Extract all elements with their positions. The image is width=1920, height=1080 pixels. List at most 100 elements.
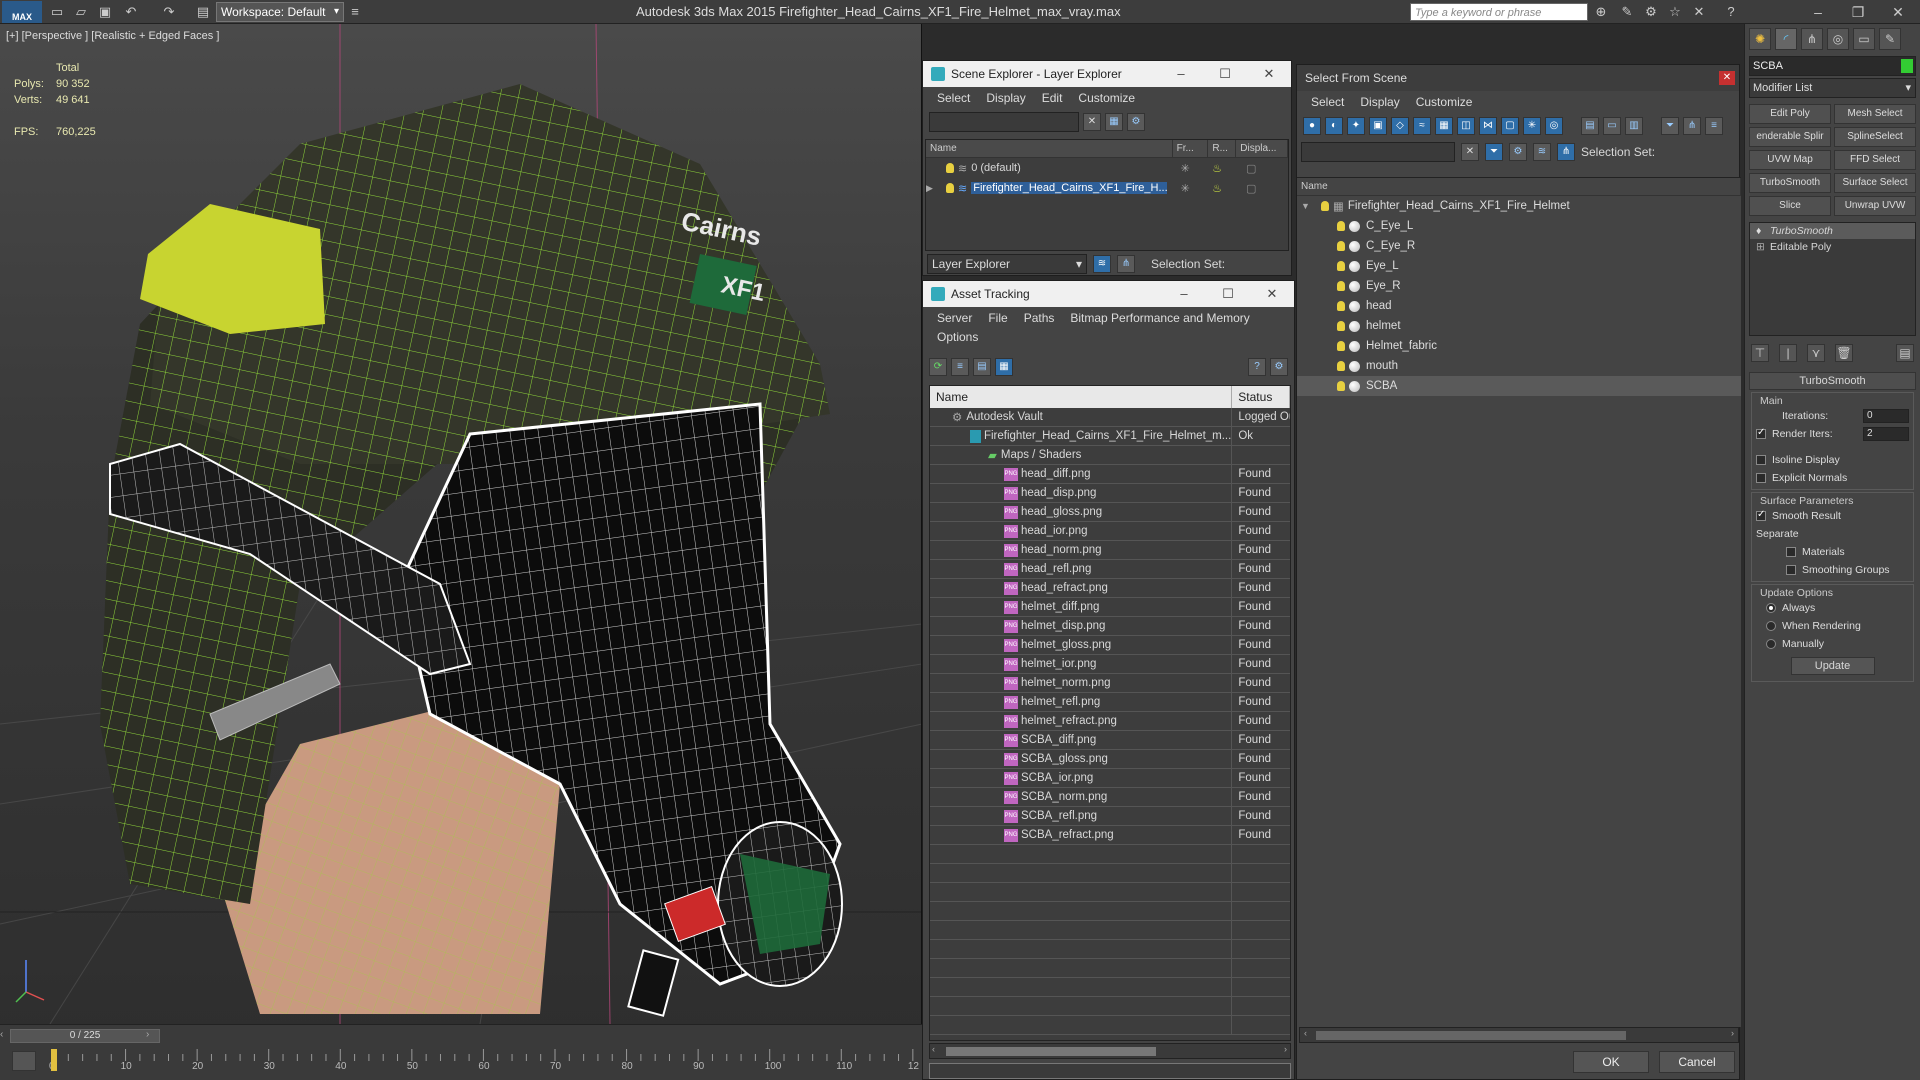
stack-item-editable-poly[interactable]: ⊞ Editable Poly	[1750, 239, 1915, 255]
maximize-icon[interactable]: ☐	[1203, 61, 1247, 87]
object-name-field[interactable]: SCBA	[1749, 56, 1916, 76]
layer-name[interactable]: 0 (default)	[971, 162, 1167, 174]
freeze-icon[interactable]: ✳	[1167, 162, 1203, 175]
track-bar-toggle-icon[interactable]	[12, 1051, 36, 1071]
render-iters-checkbox[interactable]	[1756, 427, 1766, 439]
close-icon[interactable]: ✕	[1250, 281, 1294, 307]
close-icon[interactable]: ✕	[1247, 61, 1291, 87]
time-slider[interactable]: 0 / 225	[10, 1029, 160, 1043]
help-icon[interactable]: ?	[1722, 3, 1740, 21]
refresh-icon[interactable]: ⟳	[929, 358, 947, 376]
layer-row[interactable]: ▶ ≋ Firefighter_Head_Cairns_XF1_Fire_H..…	[926, 178, 1288, 198]
table-row[interactable]: PNG helmet_norm.png Found	[930, 674, 1290, 693]
explicit-normals-checkbox[interactable]	[1756, 473, 1766, 483]
table-row[interactable]: PNG helmet_ior.png Found	[930, 655, 1290, 674]
col-status[interactable]: Status	[1232, 386, 1290, 408]
search-input[interactable]: Type a keyword or phrase	[1410, 3, 1588, 21]
scene-explorer-titlebar[interactable]: Scene Explorer - Layer Explorer – ☐ ✕	[923, 61, 1291, 87]
motion-tab-icon[interactable]: ◎	[1827, 28, 1849, 50]
visibility-bulb-icon[interactable]	[1337, 281, 1345, 291]
filter-containers-icon[interactable]: ▢	[1501, 117, 1519, 135]
minimize-icon[interactable]: –	[1800, 2, 1836, 22]
col-display[interactable]: Displa...	[1236, 140, 1288, 157]
options-icon[interactable]: ⚙	[1127, 113, 1145, 131]
visibility-bulb-icon[interactable]	[1337, 301, 1345, 311]
table-row[interactable]: Firefighter_Head_Cairns_XF1_Fire_Helmet_…	[930, 427, 1290, 446]
project-folder-icon[interactable]: ▤	[194, 3, 212, 21]
hierarchy-tab-icon[interactable]: ⋔	[1801, 28, 1823, 50]
visibility-bulb-icon[interactable]	[1337, 341, 1345, 351]
filter-groups-icon[interactable]: ▦	[1435, 117, 1453, 135]
table-view-icon[interactable]: ▦	[995, 358, 1013, 376]
table-row[interactable]: PNG head_norm.png Found	[930, 541, 1290, 560]
modifier-button[interactable]: Surface Select	[1834, 173, 1916, 193]
find-case-icon[interactable]: ⏷	[1485, 143, 1503, 161]
binoculars-icon[interactable]: ⊕	[1592, 3, 1610, 21]
table-row[interactable]: PNG helmet_refl.png Found	[930, 693, 1290, 712]
menu-customize[interactable]: Customize	[1408, 91, 1481, 113]
table-row[interactable]: PNG head_diff.png Found	[930, 465, 1290, 484]
update-button[interactable]: Update	[1790, 657, 1875, 675]
open-file-icon[interactable]: ▱	[72, 3, 90, 21]
menu-edit[interactable]: Edit	[1034, 87, 1071, 109]
table-row[interactable]: PNG SCBA_diff.png Found	[930, 731, 1290, 750]
turbosmooth-rollout[interactable]: TurboSmooth	[1749, 372, 1916, 390]
menu-server[interactable]: Server	[929, 307, 980, 329]
hierarchy-view-icon[interactable]: ⋔	[1683, 117, 1701, 135]
tree-object-row[interactable]: mouth	[1297, 356, 1741, 376]
minimize-icon[interactable]: –	[1162, 281, 1206, 307]
visibility-bulb-icon[interactable]	[1337, 361, 1345, 371]
viewport-label[interactable]: [+] [Perspective ] [Realistic + Edged Fa…	[6, 30, 219, 42]
layer-mode-icon[interactable]: ≋	[1093, 255, 1111, 273]
filter-lights-icon[interactable]: ✦	[1347, 117, 1365, 135]
isoline-display-checkbox[interactable]	[1756, 455, 1766, 465]
new-file-icon[interactable]: ▭	[48, 3, 66, 21]
settings-icon[interactable]: ⚙	[1270, 358, 1288, 376]
create-tab-icon[interactable]: ✺	[1749, 28, 1771, 50]
maximize-icon[interactable]: ☐	[1206, 281, 1250, 307]
col-render[interactable]: R...	[1208, 140, 1237, 157]
filter-xrefs-icon[interactable]: ◫	[1457, 117, 1475, 135]
visibility-bulb-icon[interactable]	[1337, 381, 1345, 391]
always-radio[interactable]	[1766, 603, 1776, 613]
col-frozen[interactable]: Fr...	[1173, 140, 1209, 157]
smoothing-groups-checkbox[interactable]	[1786, 565, 1796, 575]
time-cursor[interactable]	[51, 1049, 57, 1071]
options-icon[interactable]: ⚙	[1509, 143, 1527, 161]
modifier-button[interactable]: Slice	[1749, 196, 1831, 216]
modifier-button[interactable]: Edit Poly	[1749, 104, 1831, 124]
freeze-icon[interactable]: ✳	[1167, 182, 1203, 195]
select-all-icon[interactable]: ▤	[1581, 117, 1599, 135]
name-search-input[interactable]	[1301, 142, 1455, 162]
visibility-bulb-icon[interactable]	[1337, 241, 1345, 251]
workspace-menu-icon[interactable]: ≡	[346, 3, 364, 21]
horizontal-scrollbar[interactable]: ‹ ›	[929, 1043, 1291, 1059]
hierarchy-icon[interactable]: ⋔	[1117, 255, 1135, 273]
filter-helpers-icon[interactable]: ◇	[1391, 117, 1409, 135]
display-tab-icon[interactable]: ▭	[1853, 28, 1875, 50]
configure-sets-icon[interactable]: ▤	[1896, 344, 1914, 362]
menu-display[interactable]: Display	[1352, 91, 1407, 113]
when-rendering-radio[interactable]	[1766, 621, 1776, 631]
visibility-bulb-icon[interactable]	[1337, 261, 1345, 271]
filter-shapes-icon[interactable]: ◐	[1325, 117, 1343, 135]
visibility-bulb-icon[interactable]	[946, 163, 954, 173]
smooth-result-checkbox[interactable]	[1756, 509, 1766, 521]
favorites-icon[interactable]: ☆	[1666, 3, 1684, 21]
table-row[interactable]: PNG SCBA_refract.png Found	[930, 826, 1290, 845]
menu-display[interactable]: Display	[978, 87, 1033, 109]
render-teapot-icon[interactable]: ♨	[1203, 162, 1231, 175]
restore-icon[interactable]: ❐	[1840, 2, 1876, 22]
tree-object-row[interactable]: helmet	[1297, 316, 1741, 336]
clear-search-icon[interactable]: ✕	[1083, 113, 1101, 131]
table-row[interactable]: ▰ Maps / Shaders	[930, 446, 1290, 465]
help-icon[interactable]: ?	[1248, 358, 1266, 376]
minimize-icon[interactable]: –	[1159, 61, 1203, 87]
clear-search-icon[interactable]: ✕	[1461, 143, 1479, 161]
object-color-swatch[interactable]	[1901, 59, 1913, 73]
time-next-icon[interactable]: ›	[146, 1029, 156, 1043]
render-iters-spinner[interactable]: 2	[1863, 427, 1909, 441]
tree-object-row[interactable]: SCBA	[1297, 376, 1741, 396]
modifier-button[interactable]: Mesh Select	[1834, 104, 1916, 124]
asset-tracking-titlebar[interactable]: Asset Tracking – ☐ ✕	[923, 281, 1294, 307]
